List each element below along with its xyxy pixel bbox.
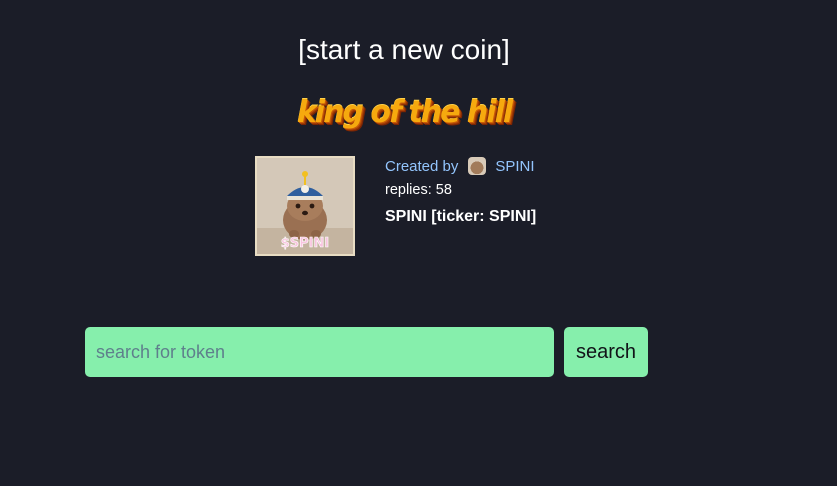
search-input[interactable] <box>85 327 554 377</box>
dog-with-cap-image: $SPINI <box>257 158 353 254</box>
king-of-the-hill-banner: king of the hill <box>296 95 513 130</box>
search-button[interactable]: search <box>564 327 648 377</box>
featured-coin-card[interactable]: $SPINI Created by SPINI replies: 58 SPINI… <box>255 156 595 256</box>
created-by-label: Created by <box>385 157 459 175</box>
creator-avatar-icon[interactable] <box>468 157 487 175</box>
replies-row: replies: 58 <box>385 181 605 199</box>
replies-label: replies: <box>385 182 432 198</box>
coin-title: SPINI [ticker: SPINI] <box>385 208 537 225</box>
start-new-coin-link[interactable]: [start a new coin] <box>0 31 808 69</box>
coin-meta: Created by SPINI replies: 58 SPINI [ticke… <box>385 156 605 227</box>
creator-name-link[interactable]: SPINI <box>495 158 534 175</box>
page: [start a new coin] king of the hill $SPI… <box>0 0 837 486</box>
replies-count: 58 <box>435 182 452 198</box>
coin-image[interactable]: $SPINI <box>255 156 355 256</box>
created-by-row: Created by SPINI <box>385 156 605 176</box>
coin-image-caption: $SPINI <box>281 236 330 251</box>
